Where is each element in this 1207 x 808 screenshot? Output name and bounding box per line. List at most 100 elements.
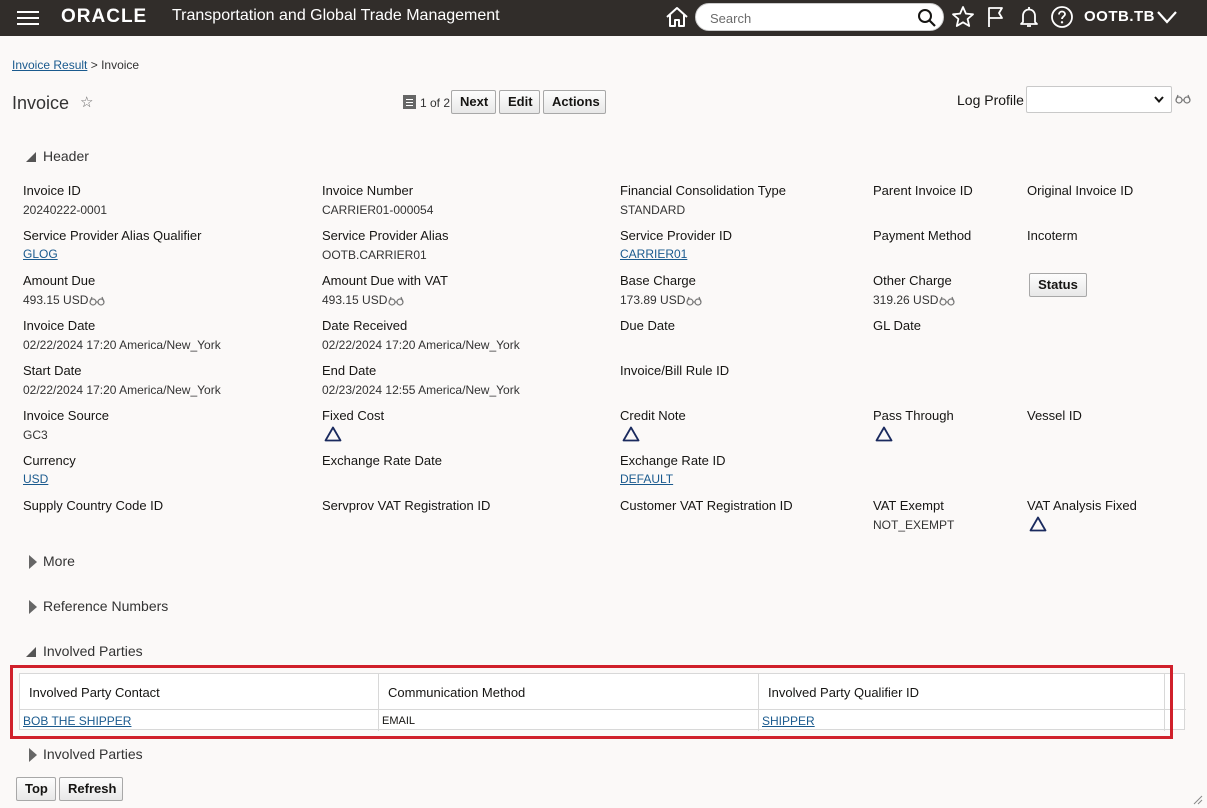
sp-alias-qualifier-label: Service Provider Alias Qualifier (23, 228, 202, 243)
start-date-value: 02/22/2024 17:20 America/New_York (23, 383, 221, 397)
sp-id-link[interactable]: CARRIER01 (620, 247, 687, 261)
status-button[interactable]: Status (1029, 273, 1087, 297)
involved-parties-section-title[interactable]: Involved Parties (43, 643, 143, 659)
refresh-button[interactable]: Refresh (59, 777, 123, 801)
glasses-icon[interactable] (939, 296, 955, 306)
date-received-label: Date Received (322, 318, 408, 333)
invoice-id-label: Invoice ID (23, 183, 81, 198)
other-charge-label: Other Charge (873, 273, 952, 288)
fixed-cost-label: Fixed Cost (322, 408, 385, 423)
sp-id-label: Service Provider ID (620, 228, 732, 243)
highlight-box (10, 665, 1173, 739)
search-box[interactable] (695, 3, 944, 31)
vat-analysis-fixed-label: VAT Analysis Fixed (1027, 498, 1137, 513)
end-date-value: 02/23/2024 12:55 America/New_York (322, 383, 520, 397)
chevron-down-icon (1154, 96, 1164, 104)
original-invoice-id-label: Original Invoice ID (1027, 183, 1134, 198)
due-date-label: Due Date (620, 318, 675, 333)
invoice-id-value: 20240222-0001 (23, 203, 108, 217)
reference-numbers-collapsed-triangle-icon[interactable] (29, 600, 37, 614)
amount-due-label: Amount Due (23, 273, 96, 288)
top-button[interactable]: Top (16, 777, 56, 801)
favorites-star-icon[interactable] (951, 5, 975, 29)
log-profile-label: Log Profile (957, 92, 1024, 108)
flag-icon[interactable] (984, 5, 1008, 29)
hamburger-menu-icon[interactable] (17, 8, 39, 26)
gl-date-label: GL Date (873, 318, 921, 333)
start-date-label: Start Date (23, 363, 82, 378)
base-charge-label: Base Charge (620, 273, 696, 288)
breadcrumb-separator: > (90, 58, 98, 72)
other-charge-value: 319.26 USD (873, 293, 955, 307)
base-charge-value: 173.89 USD (620, 293, 702, 307)
end-date-label: End Date (322, 363, 377, 378)
currency-label: Currency (23, 453, 76, 468)
more-section-title[interactable]: More (43, 553, 75, 569)
invoice-number-label: Invoice Number (322, 183, 414, 198)
oracle-logo: ORACLE (61, 6, 148, 27)
amount-due-value: 493.15 USD (23, 293, 105, 307)
glasses-icon[interactable] (1175, 94, 1191, 104)
involved-parties-2-section-title[interactable]: Involved Parties (43, 746, 143, 762)
exchange-rate-date-label: Exchange Rate Date (322, 453, 442, 468)
glasses-icon[interactable] (388, 296, 404, 306)
reference-numbers-section-title[interactable]: Reference Numbers (43, 598, 168, 614)
next-button[interactable]: Next (451, 90, 496, 114)
involved-parties-expanded-triangle-icon[interactable] (26, 647, 36, 657)
credit-note-label: Credit Note (620, 408, 686, 423)
supply-country-label: Supply Country Code ID (23, 498, 164, 513)
breadcrumb-link-invoice-result[interactable]: Invoice Result (12, 58, 87, 72)
credit-note-triangle-icon (622, 426, 640, 442)
amount-due-vat-label: Amount Due with VAT (322, 273, 448, 288)
resize-grip-icon[interactable] (1191, 793, 1203, 805)
date-received-value: 02/22/2024 17:20 America/New_York (322, 338, 520, 352)
fixed-cost-triangle-icon (324, 426, 342, 442)
pager-count: 1 of 2 (420, 96, 451, 110)
edit-button[interactable]: Edit (499, 90, 540, 114)
sp-alias-qualifier-link[interactable]: GLOG (23, 247, 58, 261)
sp-alias-label: Service Provider Alias (322, 228, 449, 243)
pass-through-triangle-icon (875, 426, 893, 442)
page-title: Invoice (12, 93, 70, 113)
exchange-rate-id-link[interactable]: DEFAULT (620, 472, 673, 486)
top-navigation-bar: ORACLE Transportation and Global Trade M… (0, 0, 1207, 36)
invoice-source-value: GC3 (23, 428, 48, 442)
search-icon[interactable] (917, 8, 937, 28)
breadcrumb-current: Invoice (101, 58, 140, 72)
glasses-icon[interactable] (89, 296, 105, 306)
exchange-rate-id-label: Exchange Rate ID (620, 453, 726, 468)
user-menu-chevron-down-icon[interactable] (1155, 6, 1179, 28)
favorite-star-icon[interactable]: ☆ (80, 93, 93, 111)
invoice-source-label: Invoice Source (23, 408, 109, 423)
customer-vat-label: Customer VAT Registration ID (620, 498, 793, 513)
actions-button[interactable]: Actions (543, 90, 606, 114)
financial-consolidation-type-label: Financial Consolidation Type (620, 183, 786, 198)
help-icon[interactable] (1050, 5, 1074, 29)
pass-through-label: Pass Through (873, 408, 954, 423)
header-expanded-triangle-icon[interactable] (26, 152, 36, 162)
vat-analysis-triangle-icon (1029, 516, 1047, 532)
record-list-icon[interactable] (403, 95, 416, 109)
incoterm-label: Incoterm (1027, 228, 1078, 243)
glasses-icon[interactable] (686, 296, 702, 306)
vat-exempt-label: VAT Exempt (873, 498, 944, 513)
servprov-vat-label: Servprov VAT Registration ID (322, 498, 491, 513)
currency-link[interactable]: USD (23, 472, 48, 486)
sp-alias-value: OOTB.CARRIER01 (322, 248, 427, 262)
search-input[interactable] (708, 9, 908, 27)
breadcrumb: Invoice Result > Invoice (12, 58, 139, 72)
vat-exempt-value: NOT_EXEMPT (873, 518, 955, 532)
invoice-date-label: Invoice Date (23, 318, 96, 333)
bill-rule-id-label: Invoice/Bill Rule ID (620, 363, 730, 378)
parent-invoice-id-label: Parent Invoice ID (873, 183, 973, 198)
user-name[interactable]: OOTB.TB (1084, 8, 1155, 25)
header-section-title[interactable]: Header (43, 148, 89, 164)
more-collapsed-triangle-icon[interactable] (29, 555, 37, 569)
vessel-id-label: Vessel ID (1027, 408, 1082, 423)
invoice-date-value: 02/22/2024 17:20 America/New_York (23, 338, 221, 352)
notifications-bell-icon[interactable] (1017, 5, 1041, 29)
home-icon[interactable] (664, 5, 690, 29)
log-profile-select[interactable] (1026, 86, 1172, 113)
involved-parties-2-collapsed-triangle-icon[interactable] (29, 748, 37, 762)
invoice-number-value: CARRIER01-000054 (322, 203, 434, 217)
